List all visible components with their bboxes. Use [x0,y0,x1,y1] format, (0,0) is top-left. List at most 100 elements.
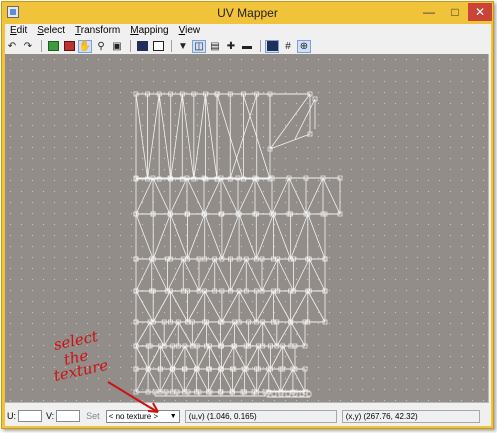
menu-bar: Edit Select Transform Mapping View [5,24,491,38]
title-bar[interactable]: UV Mapper — □ ✕ [2,2,493,24]
mesh-edge [187,213,206,260]
mesh-edge [196,368,209,393]
grid-icon[interactable]: # [281,40,295,53]
mesh-edge [290,213,309,260]
mesh-edge [244,368,258,393]
mesh-edge [152,177,171,215]
mesh-edge [186,177,205,215]
solid-view-icon[interactable] [265,39,279,53]
mesh-edge [288,177,307,215]
mesh-edge [256,368,270,393]
mesh-edge [322,177,341,215]
mesh-edge [257,345,271,370]
pan-hand-icon[interactable]: ✋ [78,39,92,53]
deselect-icon[interactable] [151,40,165,53]
mesh-vertex [306,391,312,397]
mesh-edge [307,290,326,323]
uv-center-icon[interactable]: ⊕ [297,39,311,53]
mesh-edge [149,321,165,347]
mesh-edge [167,258,184,292]
v-label: V: [46,411,55,421]
u-input[interactable] [18,410,42,422]
toolbar: ↶ ↷ ✋ ⚲ ▣ ▼ ◫ ▤ ✚ ▬ # ⊕ [5,39,491,53]
menu-select-label: elect [43,25,66,36]
mesh-edge [193,93,206,180]
normal-icon[interactable]: ▤ [208,40,222,53]
mesh-edge [204,213,223,260]
mesh-edge [282,345,296,370]
mesh-edge [163,321,179,347]
mesh-edge [203,177,222,215]
uv-mapper-window: UV Mapper — □ ✕ Edit Select Transform Ma… [1,1,494,429]
menu-mapping-accel: M [130,25,139,36]
split-icon[interactable]: ◫ [192,39,206,53]
toolbar-separator [41,40,42,52]
mesh-edge [135,368,149,393]
pick-icon[interactable] [62,40,76,53]
add-icon[interactable]: ✚ [224,40,238,53]
menu-mapping[interactable]: Mapping [125,24,173,38]
mesh-edge [273,290,291,323]
minimize-button[interactable]: — [416,3,442,21]
v-input[interactable] [56,410,81,422]
mesh-edge [152,213,171,260]
mesh-edge [221,213,240,260]
chevron-down-icon: ▼ [169,412,177,420]
mesh-edge [248,321,264,347]
menu-edit[interactable]: Edit [5,24,32,38]
uv-canvas[interactable] [5,54,489,403]
maximize-button[interactable]: □ [442,3,468,21]
redo-icon[interactable]: ↷ [21,40,35,53]
mesh-edge [135,290,154,323]
menu-select[interactable]: Select [32,24,70,38]
mesh-edge [159,368,173,393]
mesh-edge [135,93,148,180]
mesh-edge [290,290,309,323]
menu-edit-label: dit [16,25,28,36]
mesh-edge [198,258,216,292]
mesh-edge [290,321,306,347]
mesh-edge [183,368,197,393]
mesh-edge [293,258,310,292]
texture-select-value: < no texture > [108,411,159,421]
menu-transform-label: ransform [80,25,121,36]
mesh-edge [135,258,153,292]
toolbar-separator [130,40,131,52]
zoom-icon[interactable]: ⚲ [94,40,108,53]
mesh-edge [230,258,247,292]
mesh-edge [208,368,221,393]
fit-icon[interactable]: ▣ [110,40,124,53]
undo-icon[interactable]: ↶ [5,40,19,53]
set-button[interactable]: Set [86,411,100,421]
texture-select[interactable]: < no texture > ▼ [105,409,180,423]
menu-view[interactable]: View [174,24,206,38]
mesh-edge [271,177,290,215]
mesh-edge [270,345,284,370]
mesh-edge [238,290,257,323]
select-all-icon[interactable] [135,40,149,53]
mesh-vertex [285,391,291,397]
menu-transform[interactable]: Transform [70,24,125,38]
remove-icon[interactable]: ▬ [240,40,254,53]
uv-readout: (u,v) (1.046, 0.165) [184,409,337,423]
mesh-edge [184,345,198,370]
mesh-edge [172,345,186,370]
mesh-edge [169,177,188,215]
mesh-edge [277,258,294,292]
mesh-edge [307,213,326,260]
mesh-edge [254,177,273,215]
client-area: Edit Select Transform Mapping View ↶ ↷ ✋… [5,24,491,426]
select-icon[interactable] [46,40,60,53]
mesh-edge [147,368,161,393]
mesh-edge [187,290,206,323]
mesh-edge [206,321,221,347]
mesh-edge [170,93,183,180]
mesh-edge [255,213,274,260]
close-button[interactable]: ✕ [468,3,492,21]
menu-select-accel: S [37,25,44,36]
mesh-edge [135,345,149,370]
mesh-edge [151,258,168,292]
mesh-edge [182,258,200,292]
filter-icon[interactable]: ▼ [176,40,190,53]
uv-wireframe[interactable] [5,54,488,402]
